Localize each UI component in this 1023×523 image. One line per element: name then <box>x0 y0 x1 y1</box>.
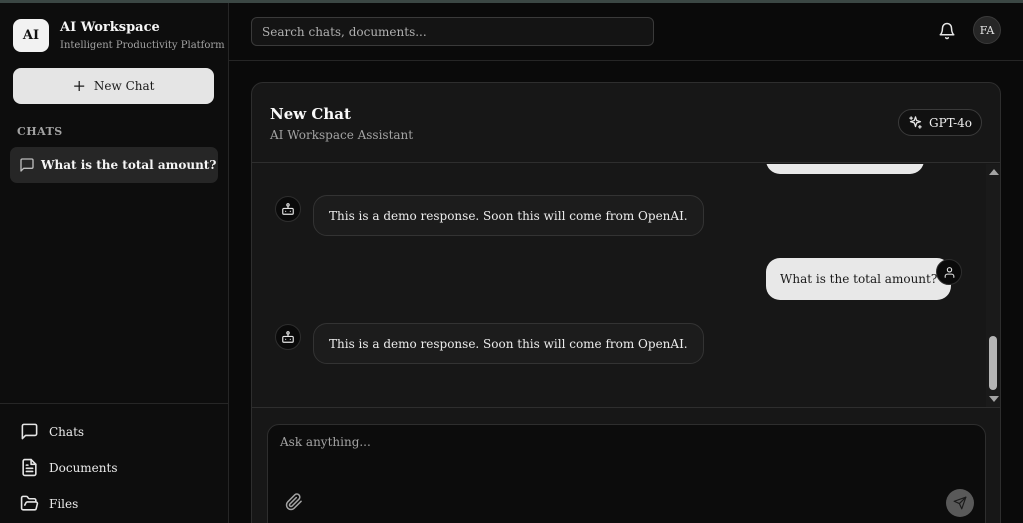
scroll-up-arrow-icon[interactable] <box>989 169 999 175</box>
composer <box>267 424 986 523</box>
new-chat-button[interactable]: + New Chat <box>13 68 214 104</box>
scroll-thumb[interactable] <box>989 336 997 390</box>
plus-icon: + <box>72 76 86 95</box>
model-label: GPT-4o <box>928 115 973 130</box>
model-selector[interactable]: GPT-4o <box>898 109 982 136</box>
bot-icon <box>275 196 301 222</box>
user-message-bubble: What is the total amount? <box>766 258 952 300</box>
scroll-down-arrow-icon[interactable] <box>989 396 999 402</box>
folder-open-icon <box>20 494 39 513</box>
assistant-message-bubble: This is a demo response. Soon this will … <box>313 323 704 364</box>
user-icon <box>936 259 962 285</box>
sidebar-item-label: Documents <box>49 460 118 475</box>
chat-panel: New Chat AI Workspace Assistant GPT-4o T… <box>251 82 1001 523</box>
message-list: This is a demo response. Soon this will … <box>252 164 1000 407</box>
sidebar-item-label: Files <box>49 496 79 511</box>
chat-subtitle: AI Workspace Assistant <box>270 128 414 142</box>
chat-title: New Chat <box>270 105 351 123</box>
paperclip-icon[interactable] <box>285 493 303 511</box>
user-message-bubble-clipped <box>766 164 924 174</box>
sparkles-icon <box>908 115 923 130</box>
bell-icon[interactable] <box>938 22 956 40</box>
top-header: FA <box>229 3 1023 61</box>
sidebar-nav: Chats Documents Files <box>0 403 228 523</box>
sidebar-item-label: Chats <box>49 424 85 439</box>
file-text-icon <box>20 458 39 477</box>
brand: AI AI Workspace Intelligent Productivity… <box>13 19 225 52</box>
sidebar-chat-item-label: What is the total amount? <box>41 158 217 172</box>
search-input[interactable] <box>251 17 654 46</box>
brand-logo: AI <box>13 19 49 52</box>
sidebar: AI AI Workspace Intelligent Productivity… <box>0 3 229 523</box>
chat-header: New Chat AI Workspace Assistant GPT-4o <box>252 83 1000 163</box>
bot-icon <box>275 324 301 350</box>
send-icon <box>953 496 967 510</box>
brand-subtitle: Intelligent Productivity Platform <box>60 40 225 51</box>
sidebar-chat-item[interactable]: What is the total amount? <box>10 147 218 183</box>
composer-area <box>252 407 1000 523</box>
sidebar-item-files[interactable]: Files <box>20 494 78 513</box>
chats-section-label: CHATS <box>17 125 63 138</box>
assistant-message-bubble: This is a demo response. Soon this will … <box>313 195 704 236</box>
message-square-icon <box>20 422 39 441</box>
message-scrollbar[interactable] <box>986 164 1000 407</box>
sidebar-item-chats[interactable]: Chats <box>20 422 84 441</box>
sidebar-item-documents[interactable]: Documents <box>20 458 117 477</box>
send-button[interactable] <box>946 489 974 517</box>
new-chat-label: New Chat <box>93 79 155 93</box>
message-square-icon <box>19 157 35 173</box>
user-avatar[interactable]: FA <box>973 16 1001 44</box>
brand-title: AI Workspace <box>60 20 160 35</box>
message-input[interactable] <box>268 425 985 485</box>
